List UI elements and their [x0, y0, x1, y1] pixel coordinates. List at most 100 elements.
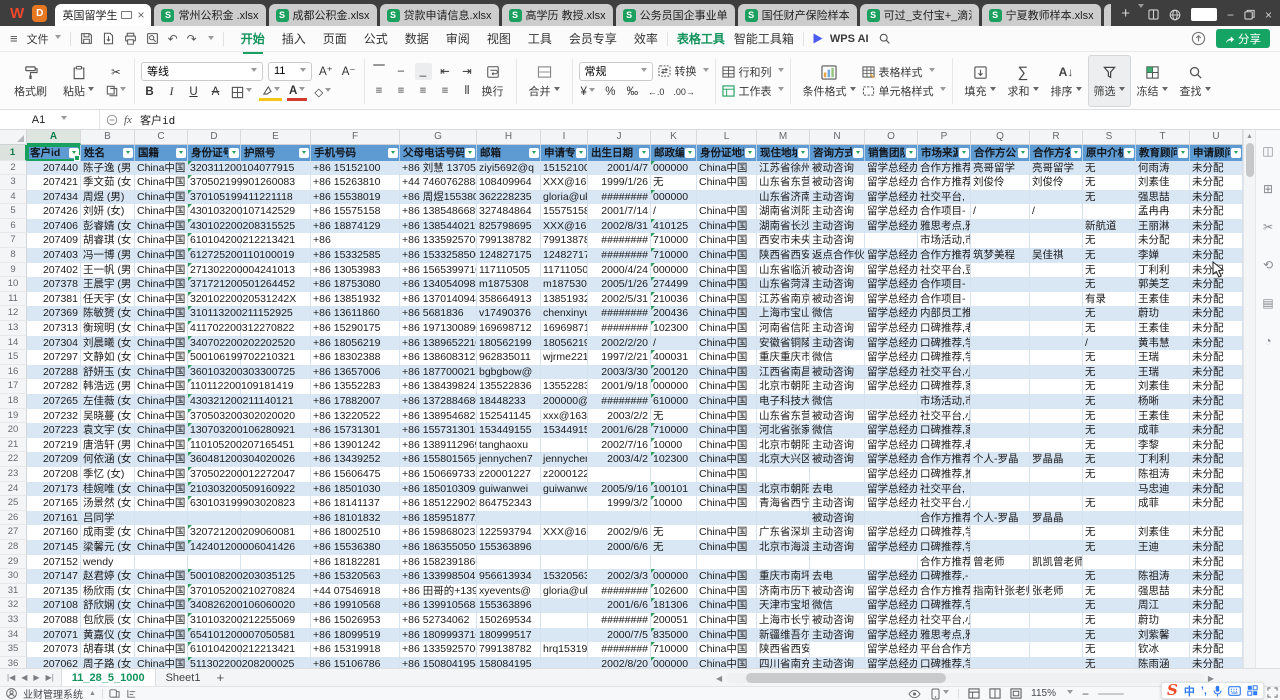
- cell[interactable]: 社交平台,小: [918, 496, 971, 511]
- cell[interactable]: 2002/2/20: [588, 336, 651, 351]
- cell[interactable]: 留学总经办: [865, 569, 918, 584]
- file-tab[interactable]: S贷款申请信息.xlsx: [380, 4, 499, 26]
- cell[interactable]: 留学总经办: [865, 423, 918, 438]
- cell[interactable]: 微信: [810, 598, 865, 613]
- cell[interactable]: China中国: [135, 628, 188, 643]
- cell[interactable]: [1190, 511, 1243, 526]
- cell[interactable]: +86 1339985047: [400, 569, 477, 584]
- zoom-caret-icon[interactable]: [1065, 688, 1073, 699]
- cell[interactable]: 吴佳祺: [1030, 248, 1083, 263]
- filter-dropdown-icon[interactable]: [798, 148, 808, 158]
- cell[interactable]: 陕西省西安: [757, 248, 810, 263]
- cell[interactable]: +86 1971300890: [400, 321, 477, 336]
- cell[interactable]: China中国: [135, 496, 188, 511]
- cell[interactable]: 370503200302020020: [188, 409, 241, 424]
- cell[interactable]: 271302200004241013: [188, 263, 241, 278]
- cell[interactable]: [971, 394, 1030, 409]
- system-menu[interactable]: 业财管理系统: [23, 686, 83, 700]
- cell[interactable]: 江西省南昌: [757, 365, 810, 380]
- cell[interactable]: 207434: [27, 190, 81, 205]
- cell[interactable]: /: [1083, 336, 1136, 351]
- globe-icon[interactable]: [1169, 9, 1181, 21]
- last-sheet-icon[interactable]: ▶|: [43, 673, 57, 682]
- cell[interactable]: China中国: [697, 628, 757, 643]
- cell[interactable]: [1136, 555, 1190, 570]
- outline-icon[interactable]: [126, 688, 137, 699]
- cell[interactable]: [810, 642, 865, 657]
- cell[interactable]: 口碑推荐,家: [918, 423, 971, 438]
- cell[interactable]: z20001227: [541, 467, 588, 482]
- cell[interactable]: [477, 511, 541, 526]
- cell[interactable]: 返点合作伙: [810, 248, 865, 263]
- row-header[interactable]: 9: [0, 263, 27, 278]
- cell[interactable]: 18448233: [477, 394, 541, 409]
- cell[interactable]: 微信: [810, 306, 865, 321]
- cell[interactable]: +86 18141137: [311, 496, 400, 511]
- cell[interactable]: 河北省张家: [757, 423, 810, 438]
- cell[interactable]: 留学总经办: [865, 467, 918, 482]
- cell[interactable]: 无: [1083, 628, 1136, 643]
- cell[interactable]: 曾老师: [971, 555, 1030, 570]
- cell[interactable]: 未分配: [1190, 467, 1243, 482]
- row-header[interactable]: 4: [0, 190, 27, 205]
- cell[interactable]: 未分配: [1190, 628, 1243, 643]
- filter-dropdown-icon[interactable]: [1231, 148, 1241, 158]
- cell[interactable]: 110112200109181419: [188, 379, 241, 394]
- header-cell[interactable]: 客户id: [27, 145, 81, 161]
- soft-keyboard-icon[interactable]: [1228, 686, 1241, 696]
- eye-protect-icon[interactable]: [908, 689, 921, 699]
- cell[interactable]: [651, 511, 697, 526]
- column-header[interactable]: I: [541, 130, 588, 145]
- cell[interactable]: 无: [1083, 409, 1136, 424]
- cell[interactable]: 江苏省徐州: [757, 161, 810, 176]
- comma-format-button[interactable]: ‰: [624, 84, 641, 101]
- cell[interactable]: China中国: [135, 263, 188, 278]
- cell[interactable]: 207421: [27, 175, 81, 190]
- cell[interactable]: 微信: [810, 423, 865, 438]
- cell[interactable]: 612725200110100019: [188, 248, 241, 263]
- cell[interactable]: [971, 467, 1030, 482]
- cell[interactable]: [651, 467, 697, 482]
- cell[interactable]: 2000/6/6: [588, 540, 651, 555]
- cell[interactable]: 留学总经办: [865, 161, 918, 176]
- cell[interactable]: 207108: [27, 598, 81, 613]
- cell[interactable]: 刘俊伶: [1030, 175, 1083, 190]
- cell[interactable]: 207381: [27, 292, 81, 307]
- cell[interactable]: China中国: [697, 350, 757, 365]
- cell[interactable]: +86 18302388: [311, 350, 400, 365]
- fx-icon[interactable]: fx: [124, 114, 132, 126]
- cell[interactable]: +44 7460762888: [400, 175, 477, 190]
- cell[interactable]: China中国: [135, 190, 188, 205]
- cell[interactable]: 何雨涛: [1136, 161, 1190, 176]
- cell[interactable]: 10000: [651, 438, 697, 453]
- cell[interactable]: [971, 409, 1030, 424]
- cell[interactable]: China中国: [697, 306, 757, 321]
- cell[interactable]: 未分配: [1190, 598, 1243, 613]
- cell[interactable]: +86 周煜155380: [400, 190, 477, 205]
- cell[interactable]: 北京市朝阳: [757, 379, 810, 394]
- cell[interactable]: ########: [588, 321, 651, 336]
- row-header[interactable]: 2: [0, 161, 27, 176]
- cell[interactable]: 未分配: [1190, 321, 1243, 336]
- screen-share-icon[interactable]: [121, 11, 132, 19]
- cell[interactable]: 2001/4/7: [588, 161, 651, 176]
- cell[interactable]: 凯凯曾老师: [1030, 555, 1083, 570]
- cell[interactable]: 口碑推荐,学: [918, 350, 971, 365]
- cell[interactable]: [541, 540, 588, 555]
- fill-button[interactable]: 填充: [959, 55, 1002, 107]
- cell[interactable]: 筑梦美程: [971, 248, 1030, 263]
- cell[interactable]: 亮哥留学: [1030, 161, 1083, 176]
- cell[interactable]: 合作项目-: [918, 204, 971, 219]
- cell[interactable]: 207297: [27, 350, 81, 365]
- cell[interactable]: [865, 233, 918, 248]
- cell[interactable]: 钦冰: [1136, 642, 1190, 657]
- cell[interactable]: 未分配: [1190, 379, 1243, 394]
- cell[interactable]: 158084195: [477, 657, 541, 668]
- file-tab[interactable]: S高学历 教授.xlsx: [502, 4, 613, 26]
- cell[interactable]: China中国: [135, 292, 188, 307]
- cell[interactable]: [588, 511, 651, 526]
- decrease-decimal-button[interactable]: ←.0: [646, 84, 667, 101]
- cell[interactable]: 被动咨询: [810, 175, 865, 190]
- cell[interactable]: [971, 598, 1030, 613]
- new-document-tab-button[interactable]: +: [1121, 5, 1130, 22]
